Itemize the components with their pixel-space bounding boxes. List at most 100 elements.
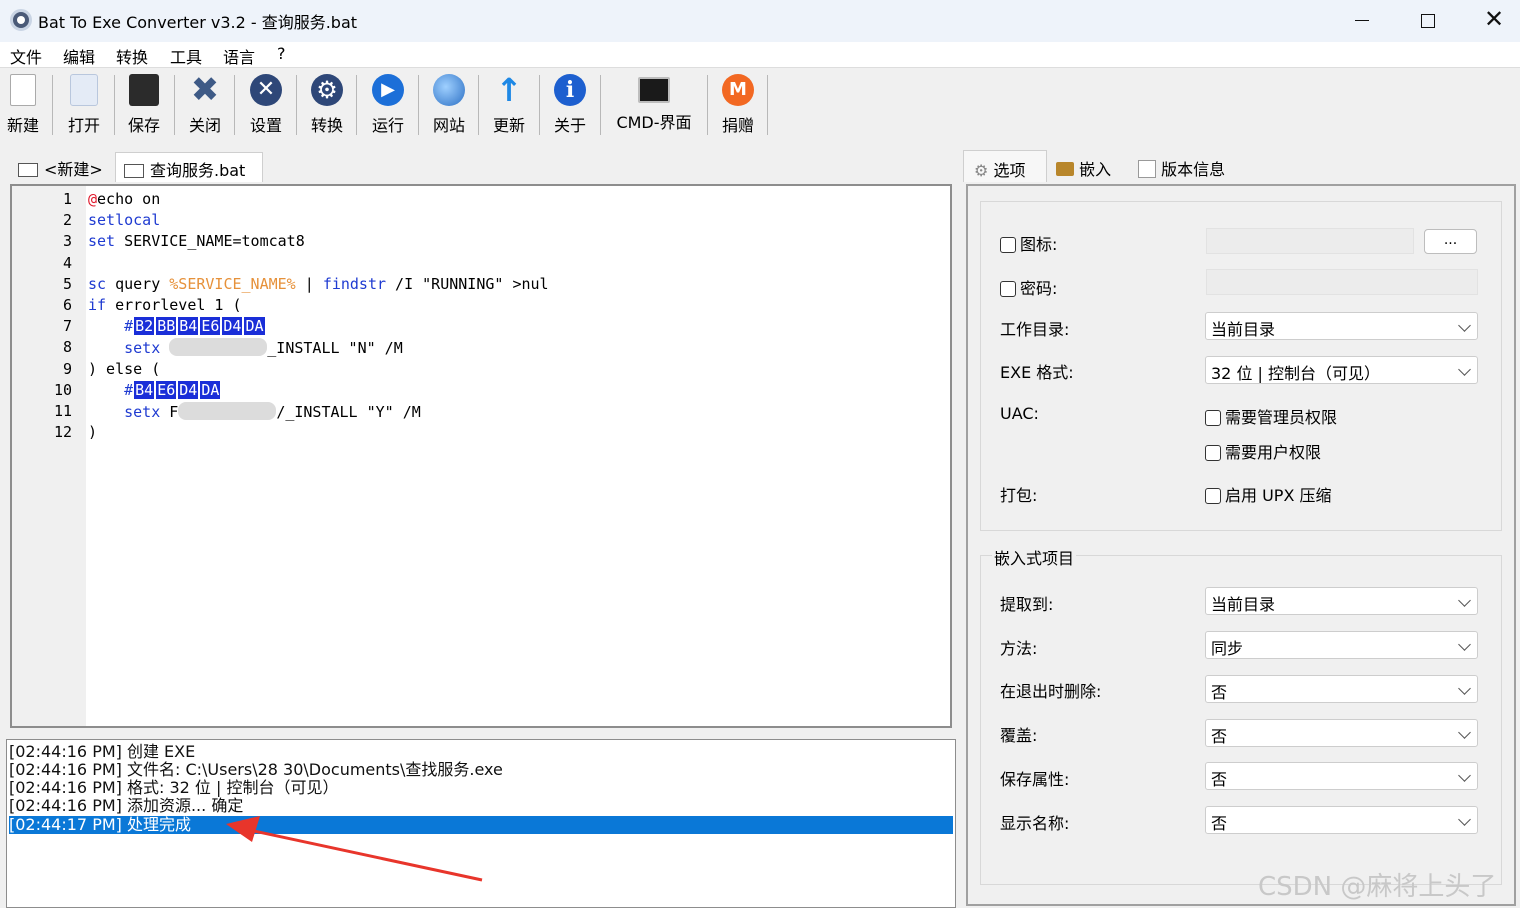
menu-help[interactable]: ?: [277, 44, 286, 63]
toolbar-new-button[interactable]: 新建: [4, 74, 42, 138]
code-token: if: [88, 296, 107, 314]
toolbar-separator: [52, 75, 53, 135]
method-select[interactable]: 同步: [1205, 631, 1478, 659]
tab-new[interactable]: <新建>: [10, 152, 114, 182]
checkbox-box[interactable]: [1205, 488, 1221, 504]
redacted-text: [169, 338, 268, 357]
toolbar-website-button[interactable]: 网站: [429, 74, 469, 138]
exe-format-select[interactable]: 32 位 | 控制台（可见）: [1205, 356, 1478, 384]
code-token: errorlevel 1 (: [106, 296, 242, 314]
log-line[interactable]: [02:44:16 PM] 创建 EXE: [9, 743, 953, 761]
checkbox-box[interactable]: [1205, 410, 1221, 426]
document-icon: [1138, 160, 1156, 178]
close-window-button[interactable]: ✕: [1461, 0, 1520, 40]
donate-monero-icon: M: [722, 74, 754, 106]
minimize-button[interactable]: [1329, 0, 1395, 40]
hex-byte-token: B4: [133, 379, 156, 400]
minimize-icon: [1355, 20, 1369, 21]
toolbar-separator: [296, 75, 297, 135]
maximize-button[interactable]: [1395, 0, 1461, 40]
icon-checkbox[interactable]: 图标:: [1000, 231, 1057, 255]
code-line[interactable]: @echo on: [88, 190, 160, 208]
menu-language[interactable]: 语言: [223, 44, 255, 68]
uac-user-checkbox[interactable]: 需要用户权限: [1205, 439, 1321, 463]
line-number: 7: [62, 317, 72, 336]
password-input[interactable]: [1206, 269, 1478, 295]
delete-on-exit-select[interactable]: 否: [1205, 675, 1478, 703]
icon-path-input[interactable]: [1206, 228, 1414, 254]
password-checkbox[interactable]: 密码:: [1000, 275, 1057, 299]
code-line[interactable]: ): [88, 423, 97, 441]
checkbox-box[interactable]: [1000, 237, 1016, 253]
code-line[interactable]: # B4 E6 D4 DA: [88, 379, 222, 400]
overwrite-select[interactable]: 否: [1205, 719, 1478, 747]
code-editor[interactable]: 1 @echo on 2 setlocal 3 set SERVICE_NAME=tomc…: [10, 184, 952, 728]
browse-icon-button[interactable]: ...: [1424, 229, 1477, 254]
select-value: 否: [1211, 770, 1228, 789]
menu-file[interactable]: 文件: [10, 44, 42, 68]
log-line[interactable]: [02:44:16 PM] 文件名: C:\Users\28 30\Docume…: [9, 761, 953, 779]
code-line[interactable]: ) else (: [88, 360, 160, 378]
code-token: |: [295, 274, 323, 293]
select-value: 否: [1211, 727, 1228, 746]
code-line[interactable]: setx _INSTALL "N" /M: [88, 338, 403, 357]
uac-admin-checkbox[interactable]: 需要管理员权限: [1205, 404, 1337, 428]
log-line[interactable]: [02:44:16 PM] 格式: 32 位 | 控制台（可见）: [9, 779, 953, 797]
code-token: echo on: [97, 190, 161, 208]
tab-embed[interactable]: 嵌入: [1050, 150, 1128, 182]
cmd-console-icon: [638, 77, 670, 103]
toolbar-separator: [174, 75, 175, 135]
line-number: 1: [62, 190, 72, 208]
menu-edit[interactable]: 编辑: [63, 44, 95, 68]
uac-label: UAC:: [1000, 404, 1039, 423]
toolbar-open-button[interactable]: 打开: [64, 74, 104, 138]
code-token: setx: [88, 403, 161, 421]
chevron-down-icon: [1458, 594, 1471, 607]
document-tab-icon: [18, 163, 38, 177]
code-line[interactable]: setx F /_INSTALL "Y" /M: [88, 402, 421, 421]
tab-version-info[interactable]: 版本信息: [1134, 150, 1244, 182]
package-icon: [1056, 162, 1074, 176]
extract-to-select[interactable]: 当前目录: [1205, 587, 1478, 615]
toolbar-close-button[interactable]: ✖ 关闭: [185, 73, 225, 138]
tab-options[interactable]: ⚙ 选项: [963, 150, 1047, 182]
upx-checkbox[interactable]: 启用 UPX 压缩: [1205, 482, 1332, 506]
code-line[interactable]: # B2 BB B4 E6 D4 DA: [88, 316, 266, 337]
code-line[interactable]: set SERVICE_NAME=tomcat8: [88, 232, 305, 250]
toolbar-settings-button[interactable]: ✕ 设置: [246, 74, 286, 138]
menu-convert[interactable]: 转换: [116, 44, 148, 68]
display-name-select[interactable]: 否: [1205, 806, 1478, 834]
code-token: _INSTALL "N" /M: [267, 339, 403, 358]
settings-icon: ✕: [250, 74, 282, 106]
menu-tools[interactable]: 工具: [170, 44, 202, 68]
toolbar-separator: [356, 75, 357, 135]
toolbar-run-button[interactable]: ▶ 运行: [368, 74, 408, 138]
update-arrow-icon: ↑: [495, 71, 523, 109]
code-line[interactable]: if errorlevel 1 (: [88, 296, 242, 314]
code-token: set: [88, 232, 116, 251]
code-line[interactable]: setlocal: [88, 211, 160, 229]
save-attributes-select[interactable]: 否: [1205, 762, 1478, 790]
open-file-icon: [70, 74, 98, 106]
code-line[interactable]: sc query %SERVICE_NAME% | findstr /I "RU…: [88, 275, 549, 293]
code-token: /I "RUNNING" >nul: [386, 274, 549, 293]
tab-current-file[interactable]: 查询服务.bat: [115, 152, 263, 182]
toolbar-cmd-button[interactable]: CMD-界面: [611, 74, 697, 138]
toolbar-convert-button[interactable]: ⚙ 转换: [307, 74, 347, 138]
embedded-group-title: 嵌入式项目: [992, 545, 1077, 569]
checkbox-box[interactable]: [1205, 445, 1221, 461]
redacted-text: [178, 402, 277, 420]
select-value: 当前目录: [1211, 595, 1276, 614]
toolbar-save-button[interactable]: 保存: [124, 74, 164, 138]
workdir-select[interactable]: 当前目录: [1205, 312, 1478, 340]
toolbar-donate-button[interactable]: M 捐赠: [718, 74, 758, 138]
toolbar-update-button[interactable]: ↑ 更新: [489, 74, 529, 138]
select-value: 否: [1211, 683, 1228, 702]
code-token: query: [106, 274, 170, 293]
toolbar-about-button[interactable]: i 关于: [550, 74, 590, 138]
exe-format-label: EXE 格式:: [1000, 363, 1074, 382]
checkbox-box[interactable]: [1000, 281, 1016, 297]
tab-label: 查询服务.bat: [150, 161, 246, 180]
line-number: 3: [62, 232, 72, 251]
